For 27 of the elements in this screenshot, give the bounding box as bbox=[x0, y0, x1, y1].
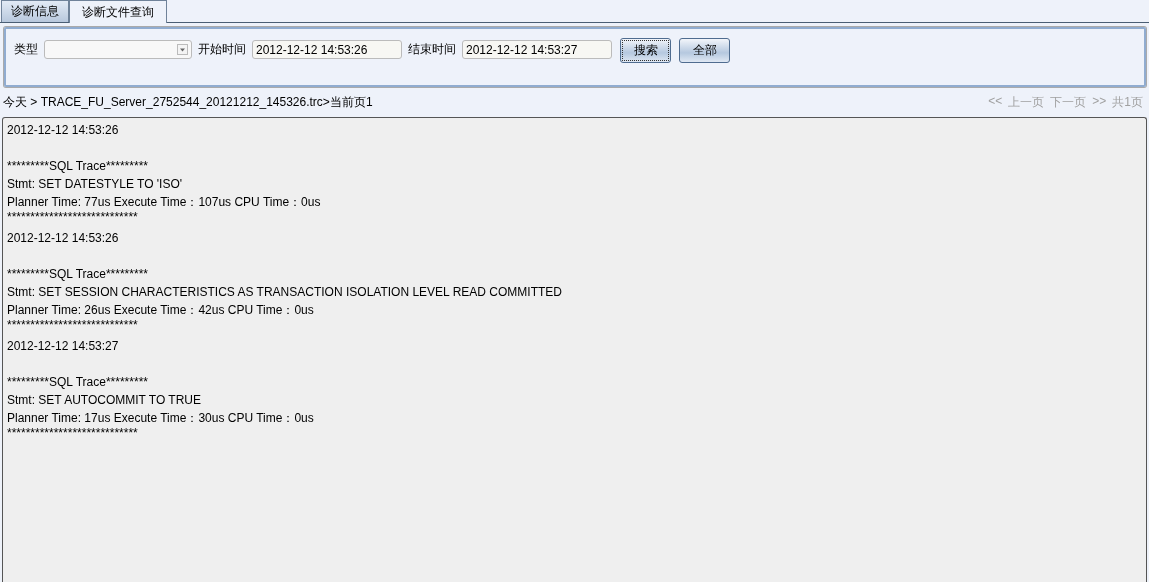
log-statement: Stmt: SET SESSION CHARACTERISTICS AS TRANSACTION ISOLATION LEVEL READ COMMITTED bbox=[7, 284, 563, 301]
log-statement: Stmt: SET AUTOCOMMIT TO TRUE bbox=[7, 392, 203, 409]
log-timestamp: 2012-12-12 14:53:26 bbox=[7, 230, 120, 247]
log-timestamp: 2012-12-12 14:53:26 bbox=[7, 122, 120, 139]
log-statement: Stmt: SET DATESTYLE TO 'ISO' bbox=[7, 176, 184, 193]
search-button[interactable]: 搜索 bbox=[620, 38, 671, 63]
start-time-label: 开始时间 bbox=[198, 41, 246, 58]
log-separator: **************************** bbox=[7, 427, 139, 442]
log-header: *********SQL Trace********* bbox=[7, 158, 149, 175]
log-timing: Planner Time: 26us Execute Time：42us CPU Time：0us bbox=[7, 302, 315, 319]
end-time-label: 结束时间 bbox=[408, 41, 456, 58]
log-separator: **************************** bbox=[7, 319, 139, 334]
all-button[interactable]: 全部 bbox=[679, 38, 730, 63]
log-timing: Planner Time: 77us Execute Time：107us CPU Time：0us bbox=[7, 194, 322, 211]
start-time-field[interactable]: 2012-12-12 14:53:26 bbox=[252, 40, 402, 59]
tab[interactable]: 诊断文件查询 bbox=[69, 0, 167, 23]
type-label: 类型 bbox=[14, 41, 38, 58]
type-dropdown[interactable] bbox=[44, 40, 192, 59]
breadcrumb: 今天 > TRACE_FU_Server_2752544_20121212_145326.trc>当前页1 bbox=[3, 93, 373, 111]
log-header: *********SQL Trace********* bbox=[7, 266, 149, 283]
caret-icon bbox=[177, 44, 188, 55]
end-time-field[interactable]: 2012-12-12 14:53:27 bbox=[462, 40, 612, 59]
log-timing: Planner Time: 17us Execute Time：30us CPU Time：0us bbox=[7, 410, 315, 427]
log-timestamp: 2012-12-12 14:53:27 bbox=[7, 338, 120, 355]
log-separator: **************************** bbox=[7, 211, 139, 226]
tab[interactable]: 诊断信息 bbox=[1, 0, 69, 22]
log-header: *********SQL Trace********* bbox=[7, 374, 149, 391]
